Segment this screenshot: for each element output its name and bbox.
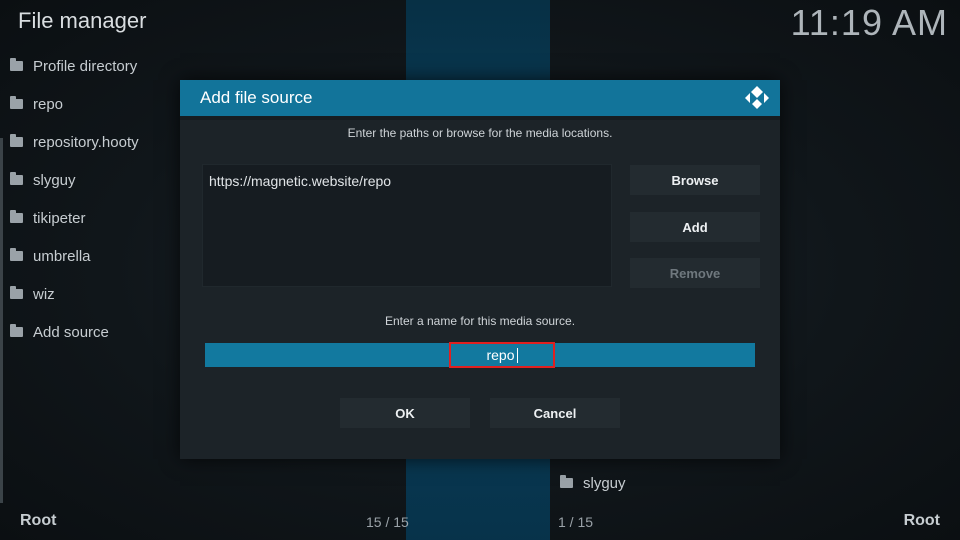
paths-hint: Enter the paths or browse for the media …: [347, 126, 613, 140]
folder-icon: [10, 96, 23, 109]
cancel-button[interactable]: Cancel: [490, 398, 620, 428]
ok-button[interactable]: OK: [340, 398, 470, 428]
list-item-label: slyguy: [583, 474, 626, 492]
folder-icon: [10, 286, 23, 299]
list-item-label: Profile directory: [33, 57, 138, 75]
right-pane-root-label: Root: [903, 512, 940, 529]
source-name-highlight: repo: [449, 342, 555, 368]
list-item-label: Add source: [33, 323, 109, 341]
dialog-title: Add file source: [200, 88, 313, 107]
source-name-input[interactable]: repo: [205, 342, 755, 368]
browse-button[interactable]: Browse: [630, 165, 760, 195]
name-hint: Enter a name for this media source.: [384, 314, 576, 328]
list-item-label: repository.hooty: [33, 133, 139, 151]
list-item-label: wiz: [33, 285, 55, 303]
folder-icon: [10, 172, 23, 185]
header-divider: [180, 116, 780, 120]
add-button[interactable]: Add: [630, 212, 760, 242]
folder-icon: [10, 210, 23, 223]
dialog-header: Add file source: [180, 80, 780, 116]
app-title: File manager: [18, 8, 147, 33]
path-item[interactable]: https://magnetic.website/repo: [203, 165, 611, 197]
paths-list[interactable]: https://magnetic.website/repo: [202, 164, 612, 287]
add-file-source-dialog: Add file source Enter the paths or brows…: [180, 80, 780, 459]
left-pane-count: 15 / 15: [366, 514, 409, 530]
right-pane-count: 1 / 15: [558, 514, 594, 530]
folder-icon: [10, 58, 23, 71]
list-item-label: repo: [33, 95, 64, 113]
right-list-item[interactable]: slyguy: [560, 472, 626, 494]
folder-icon: [10, 324, 23, 337]
folder-icon: [560, 475, 573, 488]
kodi-logo-icon: [745, 86, 769, 109]
left-pane-root-label: Root: [20, 512, 57, 529]
folder-icon: [10, 134, 23, 147]
remove-button[interactable]: Remove: [630, 258, 760, 288]
folder-icon: [10, 248, 23, 261]
source-name-value: repo: [486, 347, 515, 363]
clock: 11:19 AM: [790, 2, 948, 43]
list-item-label: tikipeter: [33, 209, 86, 227]
list-item-label: slyguy: [33, 171, 76, 189]
list-item-label: umbrella: [33, 247, 91, 265]
text-caret: [516, 347, 518, 363]
